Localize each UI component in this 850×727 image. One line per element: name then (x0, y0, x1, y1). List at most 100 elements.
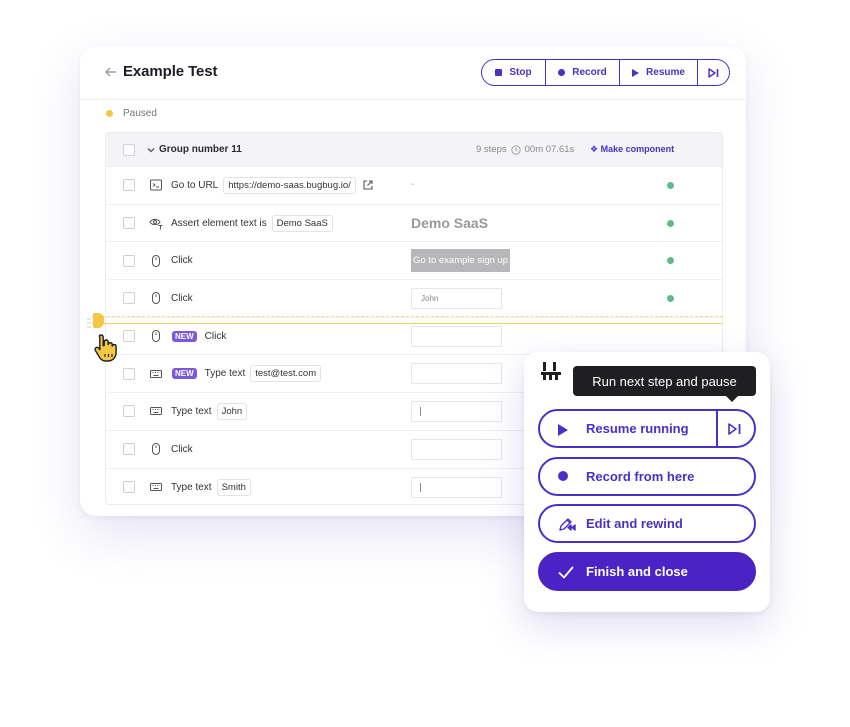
step-preview: Go to example sign up (411, 249, 511, 273)
step-label: Go to URL (171, 179, 219, 191)
status-label: Paused (123, 108, 157, 119)
record-button[interactable]: Record (546, 60, 620, 85)
make-component-label: Make component (600, 144, 675, 154)
step-label: Click (171, 292, 193, 304)
edit-rewind-icon (559, 518, 576, 531)
resume-label: Resume (646, 67, 685, 78)
step-row[interactable]: Click Go to example sign up (106, 242, 722, 281)
step-preview: - (411, 179, 415, 190)
step-label: Type text (171, 405, 212, 417)
record-icon (558, 471, 568, 481)
edit-and-rewind-button[interactable]: Edit and rewind (538, 504, 756, 543)
resume-button[interactable]: Resume (620, 60, 698, 85)
make-component-link[interactable]: ❖ Make component (590, 144, 674, 155)
step-label: Type text (204, 368, 246, 380)
external-link-icon[interactable] (362, 179, 374, 191)
step-preview: John (411, 288, 502, 310)
mouse-icon (152, 330, 160, 343)
pause-marker-line[interactable] (92, 323, 723, 324)
mouse-icon (152, 254, 160, 267)
step-checkbox[interactable] (123, 367, 135, 380)
play-icon (558, 424, 568, 436)
group-checkbox[interactable] (123, 143, 135, 156)
record-from-here-label: Record from here (586, 469, 695, 484)
pause-marker-guide (92, 316, 723, 317)
step-checkbox[interactable] (123, 481, 135, 494)
keyboard-icon (150, 407, 162, 416)
check-icon (558, 566, 574, 579)
step-label: Click (171, 443, 193, 455)
play-icon (632, 68, 640, 77)
page-title: Example Test (123, 63, 218, 80)
step-value-chip: Demo SaaS (271, 214, 333, 232)
keyboard-icon (150, 369, 162, 378)
step-forward-icon (707, 67, 718, 78)
record-from-here-button[interactable]: Record from here (538, 457, 756, 496)
tooltip: Run next step and pause (573, 366, 756, 402)
passed-status-dot (667, 219, 674, 227)
run-controls: Stop Record Resume (481, 59, 730, 86)
step-value-chip: John (216, 402, 248, 420)
status-indicator: Paused (106, 108, 157, 119)
drag-grip-icon[interactable] (87, 318, 91, 328)
stop-icon (495, 69, 503, 76)
step-preview-thumbnail (411, 325, 502, 347)
step-label: Assert element text is (171, 217, 267, 229)
step-value-chip: https://demo-saas.bugbug.io/ (223, 176, 356, 194)
resume-running-button[interactable]: Resume running (538, 409, 756, 448)
step-preview-thumbnail (411, 401, 502, 423)
step-checkbox[interactable] (123, 254, 135, 267)
step-value-chip: Smith (216, 478, 251, 496)
step-forward-button[interactable] (698, 60, 728, 85)
group-name: Group number 11 (159, 144, 242, 155)
step-value-chip: test@test.com (250, 365, 322, 383)
eye-text-icon (149, 218, 163, 230)
mouse-icon (152, 443, 160, 456)
edit-and-rewind-label: Edit and rewind (586, 516, 683, 531)
arrow-left-icon[interactable] (104, 65, 118, 79)
stop-button[interactable]: Stop (482, 60, 546, 85)
resume-running-label: Resume running (586, 421, 689, 436)
group-duration: 00m 07.61s (524, 144, 575, 155)
step-preview-thumbnail (411, 438, 502, 460)
step-preview: Demo SaaS (411, 214, 489, 231)
step-label: Click (171, 255, 193, 267)
step-checkbox[interactable] (123, 179, 135, 192)
step-row[interactable]: Click John (106, 280, 722, 318)
status-dot (106, 110, 113, 117)
clock-icon (510, 144, 521, 155)
record-label: Record (572, 67, 607, 78)
finish-and-close-label: Finish and close (586, 564, 688, 579)
step-preview-thumbnail (411, 363, 502, 385)
bugbug-logo-icon (541, 362, 561, 380)
keyboard-icon (150, 483, 162, 492)
record-icon (558, 69, 566, 76)
step-row[interactable]: Go to URL https://demo-saas.bugbug.io/ - (106, 167, 722, 205)
passed-status-dot (667, 295, 674, 303)
step-checkbox[interactable] (123, 217, 135, 230)
test-header: Example Test Stop Record Resume (80, 46, 746, 100)
steps-count: 9 steps (476, 144, 507, 155)
step-label: Type text (171, 481, 212, 493)
stop-label: Stop (509, 67, 532, 78)
passed-status-dot (667, 257, 674, 265)
hand-pointer-icon (94, 334, 117, 362)
button-divider (716, 411, 718, 446)
step-row[interactable]: Assert element text is Demo SaaS Demo Sa… (106, 205, 722, 243)
terminal-icon (150, 179, 162, 191)
pause-marker-handle[interactable] (93, 313, 104, 328)
step-checkbox[interactable] (123, 443, 135, 456)
group-header[interactable]: Group number 11 9 steps 00m 07.61s ❖ Mak… (106, 133, 722, 167)
finish-and-close-button[interactable]: Finish and close (538, 552, 756, 591)
new-badge: NEW (172, 368, 197, 380)
chevron-down-icon[interactable] (147, 146, 155, 154)
group-meta: 9 steps 00m 07.61s (476, 144, 574, 155)
step-checkbox[interactable] (123, 292, 135, 305)
step-preview-thumbnail (411, 476, 502, 498)
step-checkbox[interactable] (123, 405, 135, 418)
new-badge: NEW (172, 330, 197, 342)
mouse-icon (152, 292, 160, 305)
step-checkbox[interactable] (123, 330, 135, 343)
step-forward-icon[interactable] (728, 423, 742, 435)
step-label: Click (204, 330, 227, 342)
